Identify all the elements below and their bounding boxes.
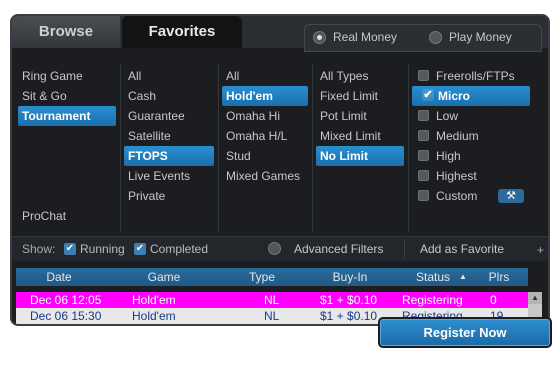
limit-no-limit[interactable]: No Limit — [316, 146, 404, 166]
stake-low-checkbox[interactable] — [418, 110, 429, 121]
scroll-up-icon[interactable]: ▲ — [528, 292, 542, 304]
row-status: Registering — [402, 293, 463, 307]
top-tabs: Browse Favorites Real Money Play Money — [12, 16, 548, 52]
category-cash[interactable]: Cash — [128, 86, 156, 106]
row-game: Hold'em — [132, 309, 176, 323]
game-holdem[interactable]: Hold'em — [222, 86, 308, 106]
real-money-label[interactable]: Real Money — [333, 30, 397, 44]
col-type[interactable]: Type — [226, 268, 298, 286]
category-all[interactable]: All — [128, 66, 141, 86]
prochat-link[interactable]: ProChat — [22, 206, 66, 226]
row-buyin: $1 + $0.10 — [320, 293, 378, 307]
row-buyin: $1 + $0.10 — [320, 309, 378, 323]
stake-highest[interactable]: Highest — [410, 166, 534, 186]
lobby-panel: Browse Favorites Real Money Play Money R… — [10, 14, 550, 326]
table-row[interactable]: Dec 06 12:05 Hold'em NL $1 + $0.10 Regis… — [16, 292, 528, 308]
running-checkbox[interactable]: ✔ — [64, 243, 76, 255]
stake-medium[interactable]: Medium — [410, 126, 534, 146]
filter-bar: Show: ✔ Running ✔ Completed Advanced Fil… — [12, 236, 548, 261]
stake-medium-checkbox[interactable] — [418, 130, 429, 141]
col-game[interactable]: Game — [106, 268, 222, 286]
col-buyin[interactable]: Buy-In — [302, 268, 398, 286]
plus-icon[interactable]: + — [537, 243, 544, 257]
category-column: All Cash Guarantee Satellite FTOPS Live … — [122, 64, 219, 232]
col-status[interactable]: Status — [402, 268, 464, 286]
game-all[interactable]: All — [226, 66, 239, 86]
play-money-label[interactable]: Play Money — [449, 30, 512, 44]
stake-freerolls-label: Freerolls/FTPs — [436, 69, 515, 83]
stake-micro-label: Micro — [438, 89, 471, 103]
stake-highest-label: Highest — [436, 169, 477, 183]
checkmark-icon[interactable]: ✔ — [422, 89, 434, 101]
stake-highest-checkbox[interactable] — [418, 170, 429, 181]
row-plrs: 0 — [490, 293, 497, 307]
row-game: Hold'em — [132, 293, 176, 307]
stake-custom-checkbox[interactable] — [418, 190, 429, 201]
table-header: Date Game Type Buy-In Status ▲ Plrs — [16, 268, 528, 286]
real-money-radio[interactable] — [313, 31, 326, 44]
divider — [404, 239, 405, 259]
money-toggle: Real Money Play Money — [304, 24, 542, 52]
category-live-events[interactable]: Live Events — [128, 166, 190, 186]
register-now-button[interactable]: Register Now — [378, 317, 552, 348]
running-label[interactable]: Running — [80, 242, 125, 256]
stake-freerolls-checkbox[interactable] — [418, 70, 429, 81]
advanced-filters-button[interactable]: Advanced Filters — [294, 237, 383, 261]
show-label: Show: — [22, 242, 56, 256]
completed-label[interactable]: Completed — [150, 242, 208, 256]
row-date: Dec 06 15:30 — [30, 309, 102, 323]
game-type-column: Ring Game Sit & Go Tournament ProChat — [16, 64, 121, 232]
row-type: NL — [264, 293, 280, 307]
stake-custom[interactable]: Custom ⚒ — [410, 186, 534, 206]
stake-low[interactable]: Low — [410, 106, 534, 126]
game-omaha-hl[interactable]: Omaha H/L — [226, 126, 287, 146]
limit-all-types[interactable]: All Types — [320, 66, 368, 86]
tab-browse[interactable]: Browse — [12, 16, 120, 48]
stake-low-label: Low — [436, 109, 459, 123]
stakes-column: Freerolls/FTPs ✔ Micro Low Medium High H… — [410, 64, 538, 232]
wrench-icon[interactable]: ⚒ — [498, 189, 524, 203]
add-favorite-button[interactable]: Add as Favorite — [420, 237, 504, 261]
col-date[interactable]: Date — [16, 268, 102, 286]
category-ftops[interactable]: FTOPS — [124, 146, 214, 166]
game-mixed[interactable]: Mixed Games — [226, 166, 300, 186]
game-column: All Hold'em Omaha Hi Omaha H/L Stud Mixe… — [220, 64, 313, 232]
col-plrs[interactable]: Plrs — [476, 268, 522, 286]
sort-up-icon[interactable]: ▲ — [456, 268, 470, 286]
row-type: NL — [264, 309, 280, 323]
category-guarantee[interactable]: Guarantee — [128, 106, 185, 126]
game-omaha-hi[interactable]: Omaha Hi — [226, 106, 280, 126]
row-date: Dec 06 12:05 — [30, 293, 102, 307]
limit-pot[interactable]: Pot Limit — [320, 106, 367, 126]
game-type-ring[interactable]: Ring Game — [22, 66, 83, 86]
stake-high-label: High — [436, 149, 461, 163]
game-type-tournament[interactable]: Tournament — [18, 106, 116, 126]
limit-mixed[interactable]: Mixed Limit — [320, 126, 381, 146]
stake-high[interactable]: High — [410, 146, 534, 166]
play-money-radio[interactable] — [429, 31, 442, 44]
stake-custom-label: Custom — [436, 189, 478, 203]
limit-fixed[interactable]: Fixed Limit — [320, 86, 378, 106]
game-stud[interactable]: Stud — [226, 146, 251, 166]
stake-freerolls[interactable]: Freerolls/FTPs — [410, 66, 534, 86]
stake-micro[interactable]: ✔ Micro — [412, 86, 530, 106]
advanced-filters-radio[interactable] — [268, 242, 281, 255]
completed-checkbox[interactable]: ✔ — [134, 243, 146, 255]
game-type-sitgo[interactable]: Sit & Go — [22, 86, 67, 106]
stake-high-checkbox[interactable] — [418, 150, 429, 161]
category-private[interactable]: Private — [128, 186, 165, 206]
category-satellite[interactable]: Satellite — [128, 126, 171, 146]
limit-column: All Types Fixed Limit Pot Limit Mixed Li… — [314, 64, 409, 232]
stake-medium-label: Medium — [436, 129, 479, 143]
tab-favorites[interactable]: Favorites — [122, 16, 242, 48]
